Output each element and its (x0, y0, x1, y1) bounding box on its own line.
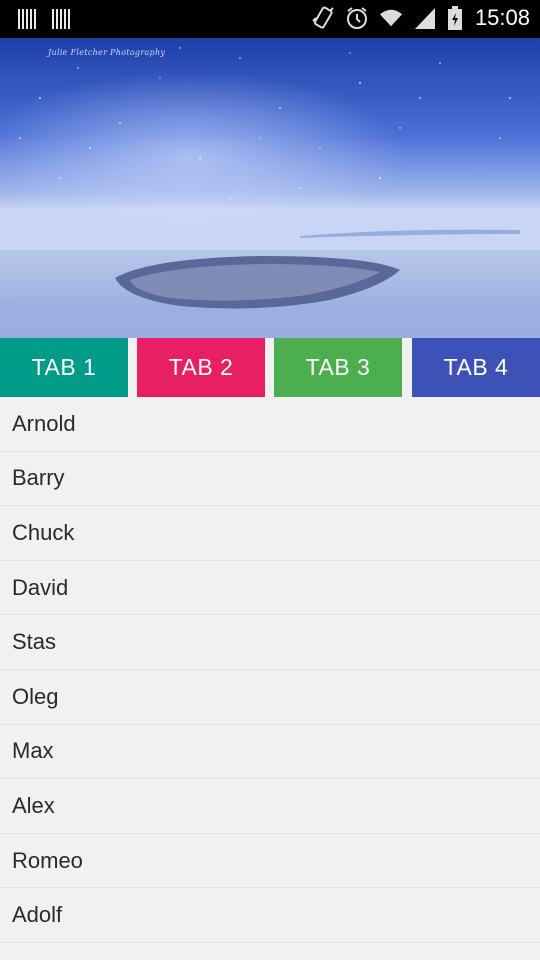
status-clock: 15:08 (474, 5, 530, 30)
list-item[interactable]: Oleg (0, 669, 540, 725)
barcode-icon (52, 9, 70, 29)
list-item[interactable]: Alex (0, 779, 540, 834)
names-list: Arnold Barry Chuck David Stas Oleg Max A… (0, 397, 540, 943)
photo-watermark: Julie Fletcher Photography (48, 48, 166, 57)
alarm-icon (346, 7, 367, 29)
tab-3[interactable]: TAB 3 (274, 338, 402, 397)
list-item[interactable]: Adolf (0, 888, 540, 943)
header-image: Julie Fletcher Photography (0, 38, 540, 338)
list-item[interactable]: Romeo (0, 833, 540, 889)
signal-icon (414, 8, 435, 29)
list-item[interactable]: Stas (0, 615, 540, 670)
list-item[interactable]: Barry (0, 451, 540, 507)
tab-2[interactable]: TAB 2 (137, 338, 265, 397)
barcode-icon (18, 9, 36, 29)
list-item[interactable]: David (0, 560, 540, 616)
list-item[interactable]: Chuck (0, 506, 540, 561)
status-bar: 15:08 (0, 0, 540, 38)
list-item[interactable]: Max (0, 724, 540, 780)
vibrate-icon (312, 6, 334, 29)
tab-4[interactable]: TAB 4 (412, 338, 540, 397)
battery-icon (447, 6, 462, 30)
list-item[interactable]: Arnold (0, 397, 540, 452)
tab-bar: TAB 1 TAB 2 TAB 3 TAB 4 (0, 338, 540, 397)
night-sky-beach-image (0, 38, 540, 338)
tab-1[interactable]: TAB 1 (0, 338, 128, 397)
wifi-icon (379, 9, 403, 27)
